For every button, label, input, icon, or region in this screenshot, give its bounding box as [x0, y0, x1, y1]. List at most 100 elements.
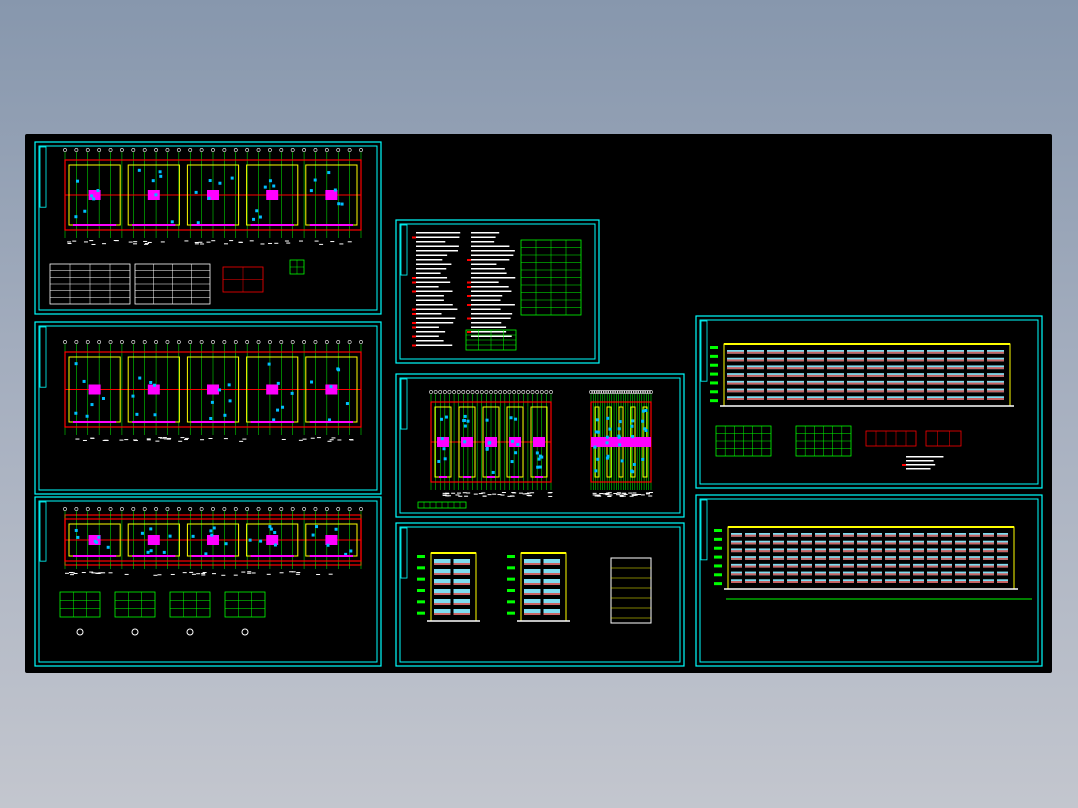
fixture [442, 447, 446, 451]
fixture [594, 430, 598, 434]
fixture [272, 184, 276, 188]
balcony-rail [787, 581, 798, 583]
balcony-rail [899, 565, 910, 568]
sheet-border [34, 141, 382, 315]
balcony-rail [434, 603, 451, 605]
axis-bubble [199, 507, 204, 511]
sheet-inner-border [38, 325, 378, 491]
dim-text [481, 492, 486, 494]
fixture [334, 527, 338, 531]
balcony-rail [941, 557, 952, 560]
balcony [309, 224, 353, 226]
balcony-rail [759, 573, 770, 576]
balcony-rail [815, 542, 826, 545]
axis-bubble [165, 507, 170, 511]
axis-bubble [530, 390, 535, 394]
balcony-rail [969, 557, 980, 560]
dim-text [599, 493, 604, 495]
fixture [462, 419, 466, 423]
balcony-rail [827, 390, 844, 393]
balcony-rail [927, 351, 944, 354]
fixture [514, 417, 518, 421]
dim-text [201, 573, 206, 575]
stair [603, 437, 615, 447]
balcony-rail [787, 534, 798, 537]
balcony-rail [913, 550, 924, 553]
balcony-rail [941, 534, 952, 537]
balcony-rail [847, 367, 864, 370]
dim-text [69, 574, 74, 576]
balcony-rail [745, 581, 756, 583]
level-mark [417, 600, 425, 604]
balcony-rail [847, 351, 864, 354]
dim-text [196, 573, 201, 575]
balcony-rail [815, 534, 826, 537]
dim-text [631, 494, 636, 496]
stair [207, 384, 219, 395]
sheet-8-rear-elevation [695, 494, 1043, 667]
axis-bubble [649, 390, 653, 394]
fixture [149, 549, 153, 553]
fixture [510, 439, 514, 443]
balcony-rail [807, 390, 824, 393]
axis-bubble [211, 340, 215, 344]
balcony-rail [829, 581, 840, 583]
balcony-rail [947, 374, 964, 377]
fixture [595, 418, 599, 422]
stair [147, 535, 160, 545]
axis-bubble [456, 390, 461, 394]
stair [147, 190, 160, 200]
balcony-rail [947, 351, 964, 354]
note-line [416, 304, 453, 306]
balcony-rail [955, 542, 966, 545]
note-line [906, 468, 931, 470]
level-mark [714, 573, 722, 577]
balcony-rail [927, 374, 944, 377]
balcony-rail [747, 382, 764, 385]
dim-text [155, 440, 160, 442]
dim-text [597, 495, 602, 497]
note-bullet [412, 322, 416, 324]
balcony-rail [847, 374, 864, 377]
balcony-rail [857, 581, 868, 583]
balcony-rail [967, 351, 984, 354]
balcony-rail [731, 534, 742, 537]
balcony-rail [773, 534, 784, 537]
drawing-canvas[interactable] [25, 134, 1052, 673]
dim-text [180, 437, 185, 439]
balcony-rail [815, 573, 826, 576]
dim-text [464, 495, 469, 497]
axis-bubble [165, 148, 170, 152]
balcony-rail [913, 581, 924, 583]
note-bullet [467, 259, 471, 261]
balcony-rail [801, 542, 812, 545]
axis-bubble [470, 390, 475, 394]
sheet-inner-border [38, 145, 378, 311]
fixture [92, 197, 96, 201]
fixture [162, 550, 166, 554]
balcony-rail [885, 581, 896, 583]
dim-text [530, 492, 535, 494]
dim-text [645, 493, 650, 495]
dim-text [632, 492, 637, 494]
axis-bubble [336, 340, 341, 344]
sheet-border [34, 496, 382, 667]
sheet-1-floor-plan [34, 141, 382, 315]
balcony-rail [759, 534, 770, 537]
balcony [73, 555, 117, 557]
balcony-rail [787, 565, 798, 568]
note-bullet [412, 313, 416, 315]
dim-text [157, 574, 162, 576]
fixture [137, 168, 141, 172]
note-line [471, 232, 500, 234]
note-line [416, 331, 446, 333]
dim-text [298, 439, 303, 441]
balcony-rail [907, 398, 924, 400]
balcony-rail [773, 565, 784, 568]
fixture [326, 543, 330, 547]
balcony-rail [807, 351, 824, 354]
dim-text [68, 571, 73, 573]
balcony-rail [947, 398, 964, 400]
balcony [511, 476, 519, 478]
fixture [276, 381, 280, 385]
